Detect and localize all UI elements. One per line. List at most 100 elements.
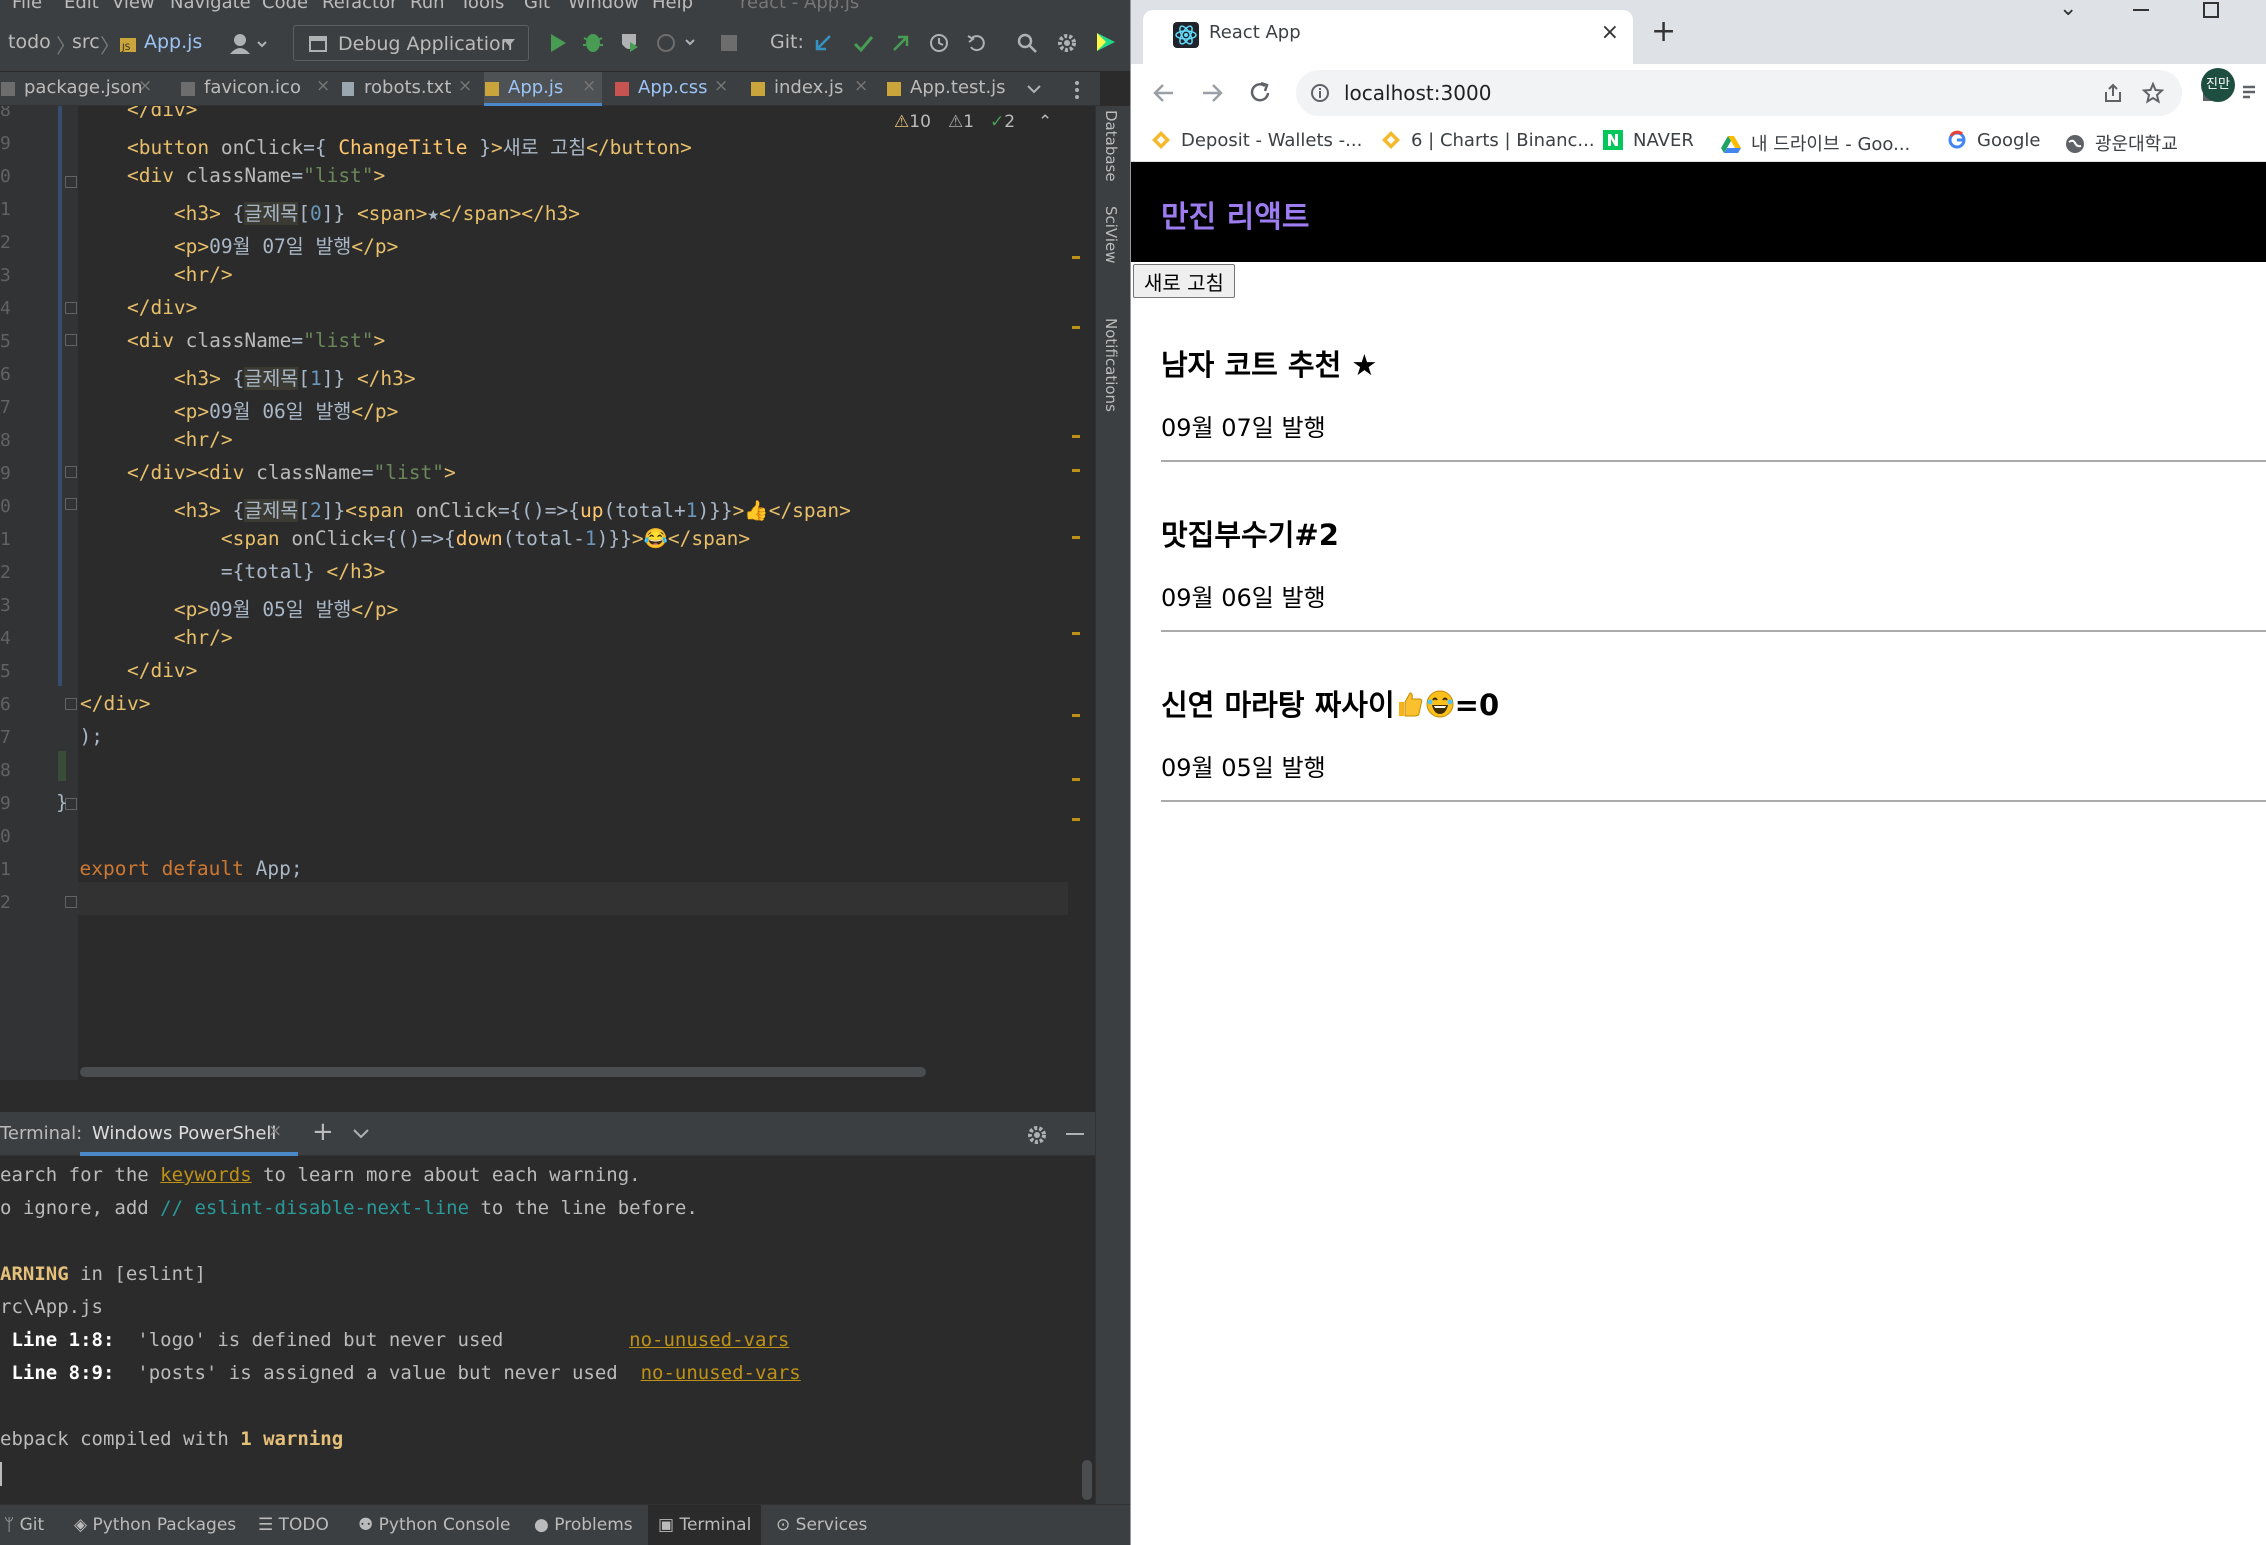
services-tool-button[interactable]: ⊙ Services [776,1515,867,1535]
share-icon[interactable] [2102,82,2124,104]
problems-tool-button[interactable]: ● Problems [534,1515,633,1535]
tab-close-icon[interactable]: × [458,76,472,96]
search-icon[interactable] [1016,32,1038,54]
profile-run-icon[interactable] [656,32,696,54]
git-commit-icon[interactable] [852,32,874,54]
post-title[interactable]: 남자 코트 추천 ★ [1161,342,1377,384]
terminal-tab[interactable]: Windows PowerShell [92,1123,276,1144]
horizontal-scrollbar[interactable] [80,1067,926,1077]
tab-app-js[interactable]: App.js × [484,72,602,106]
tab-index-js[interactable]: index.js × [750,72,870,106]
tab-app-css[interactable]: App.css × [614,72,730,106]
fold-marker-icon[interactable] [65,334,77,346]
warning-marker[interactable] [1072,714,1080,717]
refresh-title-button[interactable]: 새로 고침 [1133,264,1235,298]
warning-marker[interactable] [1072,469,1080,472]
terminal-panel[interactable]: Terminal: Windows PowerShell × + earch f… [0,1112,1095,1504]
keywords-link[interactable]: keywords [160,1164,252,1186]
close-tab-icon[interactable]: × [1601,20,1619,45]
menu-help[interactable]: Help [652,0,693,13]
fold-marker-icon[interactable] [65,302,77,314]
git-update-icon[interactable] [812,32,834,54]
database-tool-button[interactable]: Database [1102,110,1120,182]
back-arrow-icon[interactable] [1151,80,1177,106]
tab-app-test-js[interactable]: App.test.js [886,72,1026,106]
chevron-up-icon[interactable]: ⌃ [1038,112,1052,132]
python-packages-tool-button[interactable]: ◈ Python Packages [74,1515,236,1535]
history-icon[interactable] [928,32,950,54]
menu-window[interactable]: Window [568,0,639,13]
rule-link[interactable]: no-unused-vars [629,1329,789,1351]
bookmark-item[interactable]: NAVER [1603,130,1694,151]
stop-icon[interactable] [720,34,738,52]
menu-view[interactable]: View [112,0,155,13]
rollback-icon[interactable] [966,32,988,54]
tab-close-icon[interactable]: × [138,76,152,96]
tab-close-icon[interactable]: × [714,76,728,96]
git-tool-button[interactable]: ᛘ Git [4,1515,44,1535]
breadcrumb-file[interactable]: App.js [144,31,202,53]
bookmark-item[interactable]: Deposit - Wallets -... [1151,130,1362,151]
warning-marker[interactable] [1072,818,1080,821]
minimize-icon[interactable] [1066,1133,1084,1135]
tab-robots-txt[interactable]: robots.txt × [340,72,480,106]
site-info-icon[interactable] [1310,83,1330,103]
bookmark-item[interactable]: 6 | Charts | Binanc... [1381,130,1595,151]
fold-marker-icon[interactable] [65,896,77,908]
chevron-down-icon[interactable] [1026,84,1042,96]
browser-tab[interactable]: React App × [1143,10,1633,64]
tab-package-json[interactable]: package.json × [0,72,160,106]
warning-marker[interactable] [1072,632,1080,635]
warning-marker[interactable] [1072,778,1080,781]
debug-icon[interactable] [582,30,604,54]
bookmark-star-icon[interactable] [2142,82,2164,104]
run-configuration-select[interactable]: Debug Application [293,25,529,61]
inspection-weak-warnings[interactable]: ⚠1 [948,112,974,132]
sciview-tool-button[interactable]: SciView [1102,206,1120,264]
bookmark-item[interactable]: Google [1947,130,2040,151]
coverage-icon[interactable] [618,32,640,54]
thumbs-up-icon[interactable] [1395,689,1425,719]
post-title[interactable]: 맛집부수기#2 [1161,512,1339,554]
address-bar[interactable]: localhost:3000 [1296,70,2182,116]
menu-tools[interactable]: Tools [460,0,504,13]
git-push-icon[interactable] [890,32,912,54]
menu-run[interactable]: Run [410,0,445,13]
minimize-window-icon[interactable] [2133,9,2149,11]
fold-marker-icon[interactable] [65,698,77,710]
inspection-typos[interactable]: ✓2 [990,112,1015,132]
warning-marker[interactable] [1072,326,1080,329]
warning-marker[interactable] [1072,435,1080,438]
code-editor[interactable]: 8 9 0 1 2 3 4 5 6 7 8 9 0 1 2 3 4 5 6 7 … [0,106,1080,1080]
rule-link[interactable]: no-unused-vars [641,1362,801,1384]
fold-marker-icon[interactable] [65,466,77,478]
menu-git[interactable]: Git [524,0,550,13]
warning-marker[interactable] [1072,536,1080,539]
maximize-window-icon[interactable] [2203,2,2219,18]
more-vertical-icon[interactable] [1074,80,1080,100]
terminal-tool-button[interactable]: ▣ Terminal [648,1505,762,1545]
new-tab-button[interactable]: + [1651,14,1676,49]
notifications-tool-button[interactable]: Notifications [1102,318,1120,412]
run-icon[interactable] [548,32,568,54]
menu-refactor[interactable]: Refactor [322,0,398,13]
tab-close-icon[interactable]: × [854,76,868,96]
reload-icon[interactable] [1247,80,1273,106]
close-icon[interactable]: × [268,1121,282,1141]
chevron-down-icon[interactable] [352,1128,370,1140]
laughing-face-icon[interactable] [1425,689,1455,719]
warning-marker[interactable] [1072,256,1080,259]
forward-arrow-icon[interactable] [1199,80,1225,106]
menu-file[interactable]: File [12,0,42,13]
inspection-warnings[interactable]: ⚠10 [894,112,931,132]
terminal-scrollbar[interactable] [1082,1460,1092,1500]
jetbrains-plugin-icon[interactable] [1094,30,1118,54]
breadcrumb-folder[interactable]: src [72,31,100,53]
breadcrumb-project[interactable]: todo [8,31,51,53]
bookmark-item[interactable]: 광운대학교 [2065,130,2178,156]
menu-navigate[interactable]: Navigate [170,0,251,13]
tab-favicon-ico[interactable]: favicon.ico × [180,72,330,106]
tab-close-icon[interactable]: × [582,76,596,96]
todo-tool-button[interactable]: ☰ TODO [258,1515,329,1535]
fold-marker-icon[interactable] [65,498,77,510]
